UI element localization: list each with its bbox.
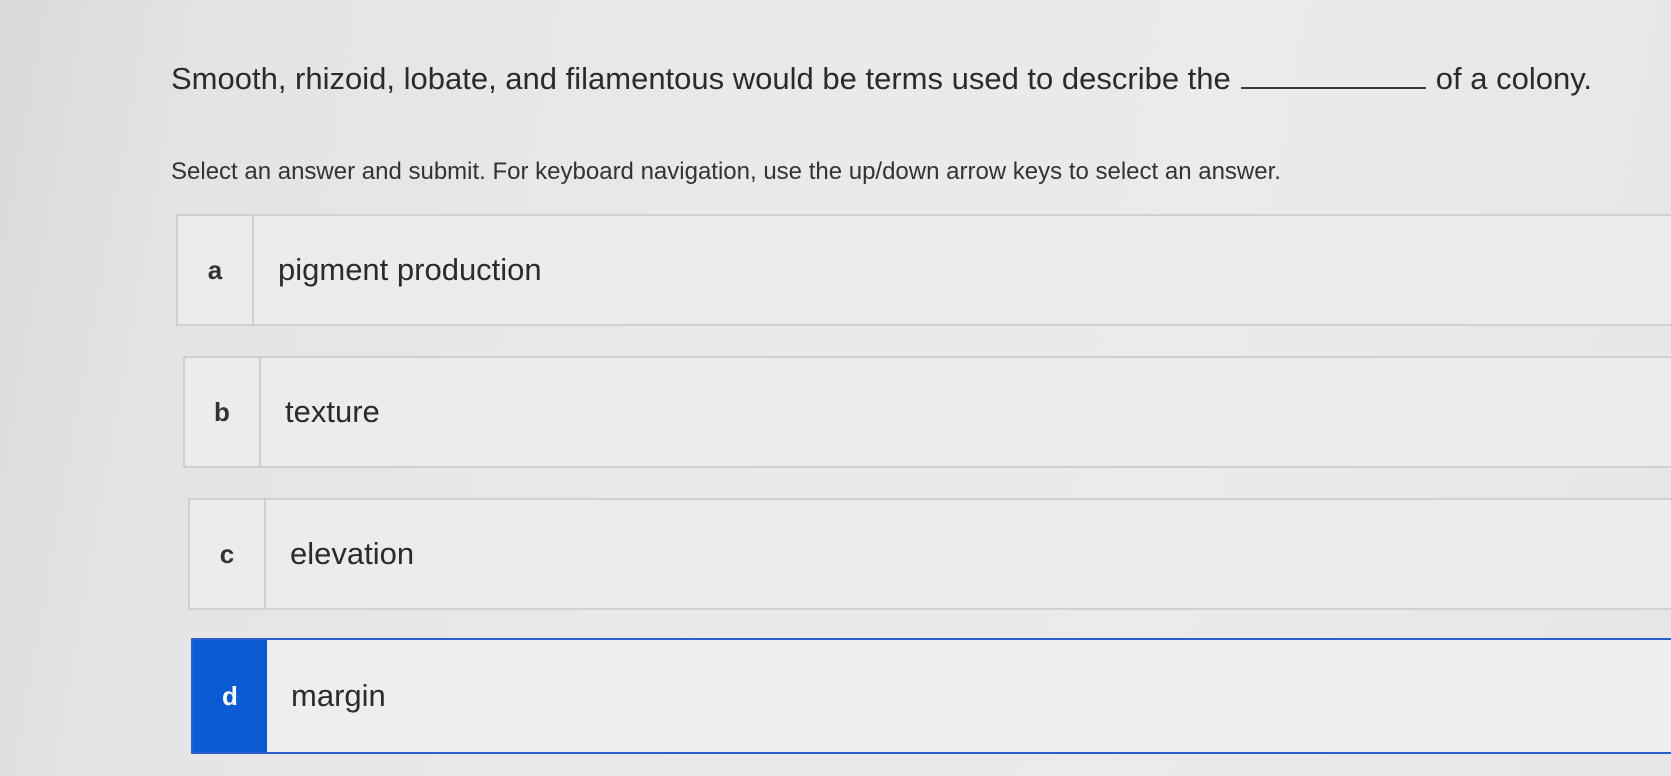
option-letter: d: [193, 640, 267, 752]
option-letter: b: [185, 358, 261, 466]
answer-option-b[interactable]: b texture: [183, 356, 1671, 468]
option-text: margin: [291, 678, 386, 713]
question-part-1: Smooth, rhizoid, lobate, and filamentous…: [171, 61, 1231, 96]
option-letter: c: [190, 500, 266, 608]
fill-in-blank: [1240, 61, 1426, 89]
question-part-2: of a colony.: [1435, 61, 1593, 96]
option-letter: a: [178, 216, 254, 324]
option-text: texture: [285, 394, 380, 429]
option-text: pigment production: [278, 252, 542, 287]
instructions-text: Select an answer and submit. For keyboar…: [171, 158, 1281, 185]
answer-option-a[interactable]: a pigment production: [176, 214, 1671, 326]
question-text: Smooth, rhizoid, lobate, and filamentous…: [171, 60, 1592, 98]
answer-option-d-selected[interactable]: d margin: [191, 638, 1671, 754]
option-text: elevation: [290, 536, 415, 571]
answer-option-c[interactable]: c elevation: [188, 498, 1671, 610]
